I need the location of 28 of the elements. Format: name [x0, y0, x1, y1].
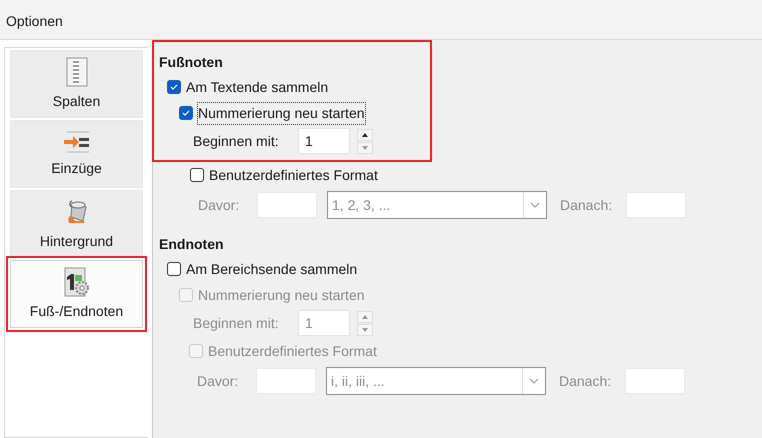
field-label: Danach:: [559, 372, 612, 390]
checkbox[interactable]: [190, 168, 204, 182]
field-label: Davor:: [198, 196, 240, 214]
field-label: Danach:: [560, 196, 614, 214]
spin-down-icon[interactable]: [357, 324, 373, 336]
checkbox[interactable]: [179, 106, 193, 120]
field-label: Beginnen mit:: [193, 132, 280, 151]
checkbox-label[interactable]: Am Bereichsende sammeln: [186, 258, 358, 280]
spin-up-icon[interactable]: [357, 128, 373, 140]
checkbox-label[interactable]: Am Textende sammeln: [186, 76, 328, 98]
sidebar-item[interactable]: Einzüge: [10, 120, 143, 188]
checkbox[interactable]: [167, 80, 181, 94]
check-icon: [170, 84, 178, 90]
footnote-gear-icon: [62, 266, 90, 296]
indent-icon: [62, 130, 90, 154]
checkbox-label[interactable]: Nummerierung neu starten: [198, 102, 365, 124]
number-field[interactable]: 1: [298, 128, 350, 154]
section-heading: Fußnoten: [159, 53, 224, 72]
page-icon: [66, 56, 88, 86]
section-heading: Endnoten: [159, 235, 225, 254]
sidebar-item[interactable]: Spalten: [10, 50, 143, 118]
checkbox[interactable]: [167, 262, 181, 276]
field-label: Beginnen mit:: [193, 314, 280, 333]
check-icon: [182, 110, 190, 116]
window-title: Optionen: [6, 13, 63, 29]
checkbox-label[interactable]: Benutzerdefiniertes Format: [209, 164, 378, 186]
sidebar-item[interactable]: Hintergrund: [10, 190, 143, 258]
field-label: Davor:: [197, 372, 240, 390]
